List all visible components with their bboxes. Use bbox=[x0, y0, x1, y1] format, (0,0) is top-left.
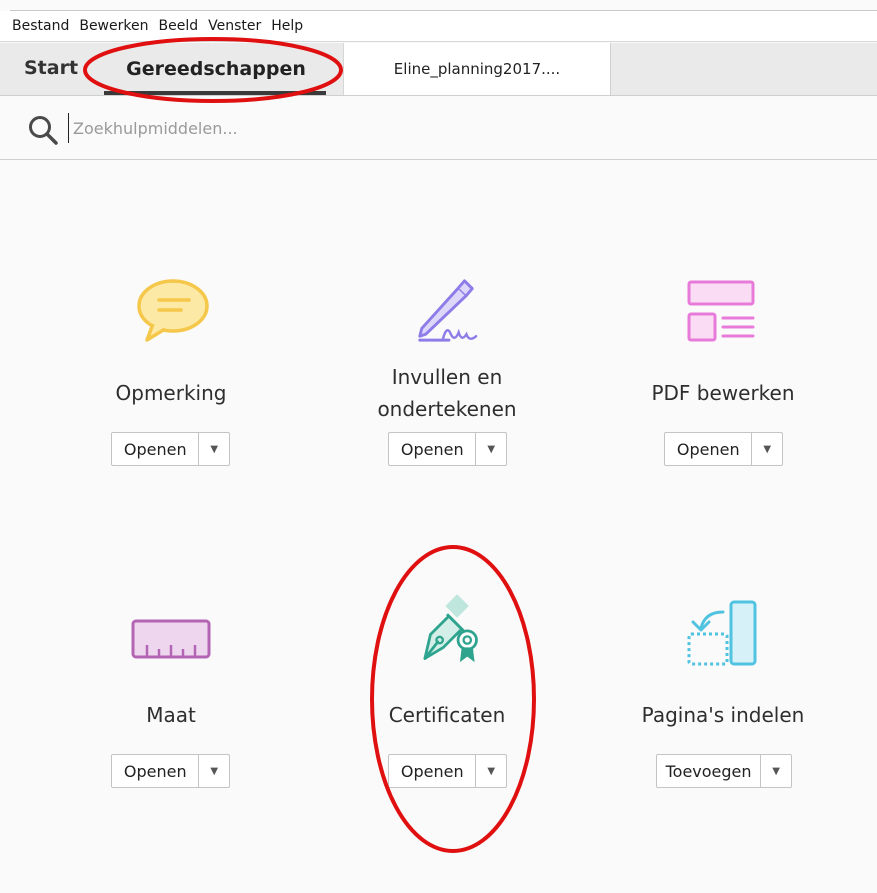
fill-sign-icon bbox=[418, 279, 478, 342]
tab-document[interactable]: Eline_planning2017.... bbox=[343, 43, 611, 95]
chevron-down-icon[interactable]: ▼ bbox=[199, 755, 229, 787]
chevron-down-icon[interactable]: ▼ bbox=[476, 433, 506, 465]
open-button[interactable]: Openen ▼ bbox=[111, 754, 230, 788]
tool-label: Opmerking bbox=[51, 377, 291, 409]
tool-label-line: Certificaten bbox=[388, 703, 506, 727]
menu-bewerken[interactable]: Bewerken bbox=[79, 18, 148, 34]
search-bar bbox=[0, 96, 877, 160]
tool-label-line: Invullen en bbox=[391, 365, 503, 389]
comment-icon bbox=[137, 279, 209, 342]
chevron-down-icon[interactable]: ▼ bbox=[752, 433, 782, 465]
tool-edit-pdf: PDF bewerken Openen ▼ bbox=[603, 270, 843, 480]
open-button-label: Openen bbox=[112, 755, 200, 787]
tab-bar: Start Gereedschappen Eline_planning2017.… bbox=[0, 43, 877, 96]
certificate-pen-icon bbox=[423, 594, 478, 663]
tool-certificates: Certificaten Openen ▼ bbox=[327, 592, 567, 792]
tab-tools[interactable]: Gereedschappen bbox=[98, 43, 334, 95]
open-button-label: Openen bbox=[389, 755, 477, 787]
tab-start[interactable]: Start bbox=[24, 57, 78, 79]
search-icon bbox=[29, 116, 58, 145]
tool-label-line: Pagina's indelen bbox=[641, 703, 805, 727]
menu-beeld[interactable]: Beeld bbox=[158, 18, 198, 34]
tool-fill-sign: Invullen en ondertekenen Openen ▼ bbox=[327, 270, 567, 480]
add-button[interactable]: Toevoegen ▼ bbox=[656, 754, 792, 788]
open-button[interactable]: Openen ▼ bbox=[111, 432, 230, 466]
menu-bestand[interactable]: Bestand bbox=[12, 18, 69, 34]
open-button[interactable]: Openen ▼ bbox=[664, 432, 783, 466]
tool-label: Invullen en ondertekenen bbox=[327, 361, 567, 425]
search-input[interactable] bbox=[68, 113, 455, 143]
tool-label-line: PDF bewerken bbox=[651, 381, 795, 405]
organize-pages-icon bbox=[687, 600, 757, 666]
edit-pdf-icon bbox=[687, 280, 755, 342]
open-button-label: Openen bbox=[112, 433, 200, 465]
open-button[interactable]: Openen ▼ bbox=[388, 432, 507, 466]
tool-label: PDF bewerken bbox=[603, 377, 843, 409]
tool-organize-pages: Pagina's indelen Toevoegen ▼ bbox=[603, 592, 843, 792]
open-button-label: Openen bbox=[665, 433, 753, 465]
tool-label: Certificaten bbox=[327, 699, 567, 731]
tool-label: Maat bbox=[51, 699, 291, 731]
menu-venster[interactable]: Venster bbox=[208, 18, 261, 34]
tool-label-line: ondertekenen bbox=[377, 397, 517, 421]
open-button-label: Openen bbox=[389, 433, 477, 465]
tool-label-line: Opmerking bbox=[115, 381, 227, 405]
active-tab-indicator bbox=[104, 91, 326, 95]
chevron-down-icon[interactable]: ▼ bbox=[199, 433, 229, 465]
tool-label: Pagina's indelen bbox=[603, 699, 843, 731]
chevron-down-icon[interactable]: ▼ bbox=[761, 755, 791, 787]
menu-bar: Bestand Bewerken Beeld Venster Help bbox=[0, 11, 877, 42]
chevron-down-icon[interactable]: ▼ bbox=[476, 755, 506, 787]
measure-ruler-icon bbox=[131, 619, 211, 659]
tool-label-line: Maat bbox=[146, 703, 196, 727]
open-button[interactable]: Openen ▼ bbox=[388, 754, 507, 788]
tool-comment: Opmerking Openen ▼ bbox=[51, 270, 291, 480]
tool-measure: Maat Openen ▼ bbox=[51, 592, 291, 792]
menu-help[interactable]: Help bbox=[271, 18, 303, 34]
add-button-label: Toevoegen bbox=[657, 755, 762, 787]
